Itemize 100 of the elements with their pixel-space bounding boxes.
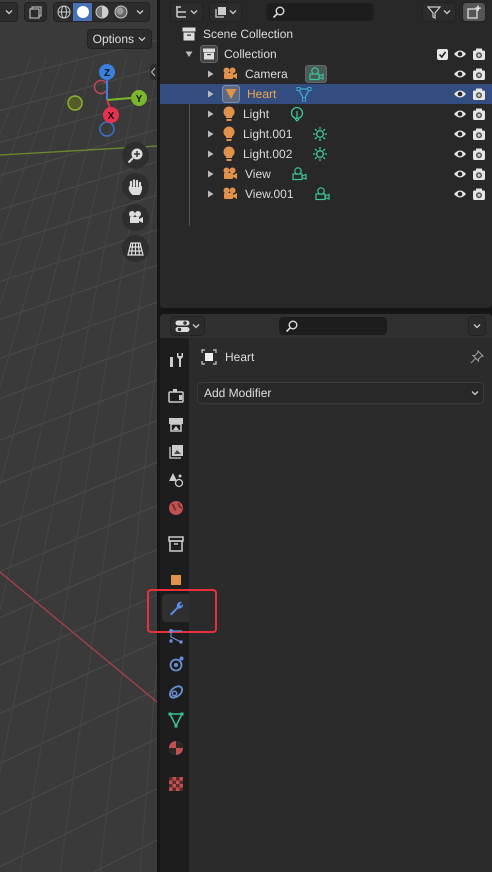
collection-icon xyxy=(182,27,196,41)
search-field[interactable] xyxy=(279,317,387,335)
add-modifier-dropdown[interactable]: Add Modifier xyxy=(197,382,484,404)
camera-data-icon[interactable] xyxy=(304,65,327,83)
object-icon xyxy=(170,575,180,585)
camera-back-icon xyxy=(168,389,184,403)
navigation-gizmo[interactable]: Z Y X xyxy=(60,58,152,142)
camera-icon[interactable] xyxy=(472,108,486,120)
options-dropdown[interactable] xyxy=(468,316,486,336)
tool-icon xyxy=(170,353,182,367)
constraint-icon xyxy=(168,685,182,699)
eye-icon[interactable] xyxy=(453,109,467,119)
expand-arrow[interactable] xyxy=(184,50,194,58)
editor-type-dropdown[interactable] xyxy=(170,316,205,336)
image-stack-icon xyxy=(168,445,182,459)
object-name: Camera xyxy=(245,67,288,81)
collapse-tab[interactable] xyxy=(150,64,157,80)
options-dropdown[interactable]: Options xyxy=(86,29,152,49)
negative-axis-handle xyxy=(94,80,108,94)
chevron-icon xyxy=(138,36,146,42)
eye-icon[interactable] xyxy=(453,149,467,159)
light-bulb-icon xyxy=(222,146,236,162)
collection-label[interactable]: Collection xyxy=(224,47,277,61)
mesh-data-icon xyxy=(168,712,183,728)
camera-icon[interactable] xyxy=(472,188,486,200)
zoom-in-icon xyxy=(127,147,144,164)
search-icon xyxy=(285,320,298,332)
new-collection-icon xyxy=(467,5,481,19)
outliner-row[interactable]: Light.001 xyxy=(160,124,492,144)
chevron-icon xyxy=(471,390,479,396)
camera-icon[interactable] xyxy=(472,168,486,180)
pin-icon[interactable] xyxy=(470,350,484,364)
expand-arrow[interactable] xyxy=(205,90,215,98)
eye-icon[interactable] xyxy=(453,129,467,139)
expand-arrow[interactable] xyxy=(205,70,215,78)
z-axis-handle: Z xyxy=(99,64,115,80)
eye-icon[interactable] xyxy=(453,69,467,79)
movie-camera-icon xyxy=(127,210,144,225)
shading-button[interactable] xyxy=(73,3,92,21)
object-icon xyxy=(201,349,217,365)
outliner-row[interactable]: Light xyxy=(160,104,492,124)
hand-icon xyxy=(127,178,144,195)
highlight-frame xyxy=(147,589,217,633)
outliner-row[interactable]: Light.002 xyxy=(160,144,492,164)
outliner-row[interactable]: Heart xyxy=(160,84,492,104)
expand-arrow[interactable] xyxy=(205,150,215,158)
expand-arrow[interactable] xyxy=(205,130,215,138)
negative-axis-handle xyxy=(99,121,115,137)
outliner-row[interactable]: View.001 xyxy=(160,184,492,204)
image-stack-icon xyxy=(214,6,227,18)
light-bulb-icon xyxy=(222,106,236,122)
camera-icon[interactable] xyxy=(472,68,486,80)
solid-sphere-icon xyxy=(76,5,90,19)
light-bulb-icon xyxy=(222,126,236,142)
outliner-row[interactable]: Camera xyxy=(160,64,492,84)
scene-collection-label[interactable]: Scene Collection xyxy=(203,27,294,41)
checkbox[interactable] xyxy=(437,48,448,60)
object-name: View xyxy=(245,167,271,181)
camera-icon[interactable] xyxy=(472,148,486,160)
grid-icon xyxy=(127,241,144,256)
object-name: Heart xyxy=(225,350,254,364)
expand-arrow[interactable] xyxy=(205,170,215,178)
globe-icon xyxy=(168,501,182,515)
collection-icon xyxy=(200,45,218,63)
particles-icon xyxy=(168,629,182,644)
xray-icon xyxy=(29,6,42,18)
printer-icon xyxy=(168,418,182,432)
material-sphere-icon xyxy=(168,741,182,755)
object-name: Light.001 xyxy=(243,127,292,141)
overlay-button[interactable] xyxy=(24,2,47,22)
camera-icon xyxy=(222,167,238,181)
eye-icon[interactable] xyxy=(453,89,467,99)
toggle-icon xyxy=(175,320,190,332)
checker-icon xyxy=(168,777,182,791)
wire-sphere-icon xyxy=(56,5,70,19)
editor-type-dropdown[interactable] xyxy=(170,2,203,22)
outliner-row[interactable]: View xyxy=(160,164,492,184)
filter-dropdown[interactable] xyxy=(422,2,456,22)
new-collection-button[interactable] xyxy=(462,2,486,22)
search-field[interactable] xyxy=(266,3,374,21)
chevron-icon xyxy=(443,9,451,15)
wrench-icon xyxy=(170,602,183,616)
pan-button[interactable] xyxy=(122,173,149,200)
camera-icon[interactable] xyxy=(472,128,486,140)
negative-axis-handle xyxy=(67,95,83,111)
camera-view-button[interactable] xyxy=(122,204,149,231)
camera-icon[interactable] xyxy=(472,88,486,100)
eye-icon[interactable] xyxy=(453,169,467,179)
half-sphere-icon xyxy=(94,5,108,19)
camera-icon[interactable] xyxy=(472,48,486,60)
ortho-button[interactable] xyxy=(122,235,149,262)
eye-icon[interactable] xyxy=(453,49,467,59)
display-mode-dropdown[interactable] xyxy=(209,2,242,22)
expand-arrow[interactable] xyxy=(205,190,215,198)
expand-arrow[interactable] xyxy=(205,110,215,118)
camera-icon xyxy=(222,187,238,201)
chevron-icon xyxy=(5,9,13,15)
eye-icon[interactable] xyxy=(453,189,467,199)
filter-icon xyxy=(427,6,441,18)
zoom-button[interactable] xyxy=(122,142,149,169)
